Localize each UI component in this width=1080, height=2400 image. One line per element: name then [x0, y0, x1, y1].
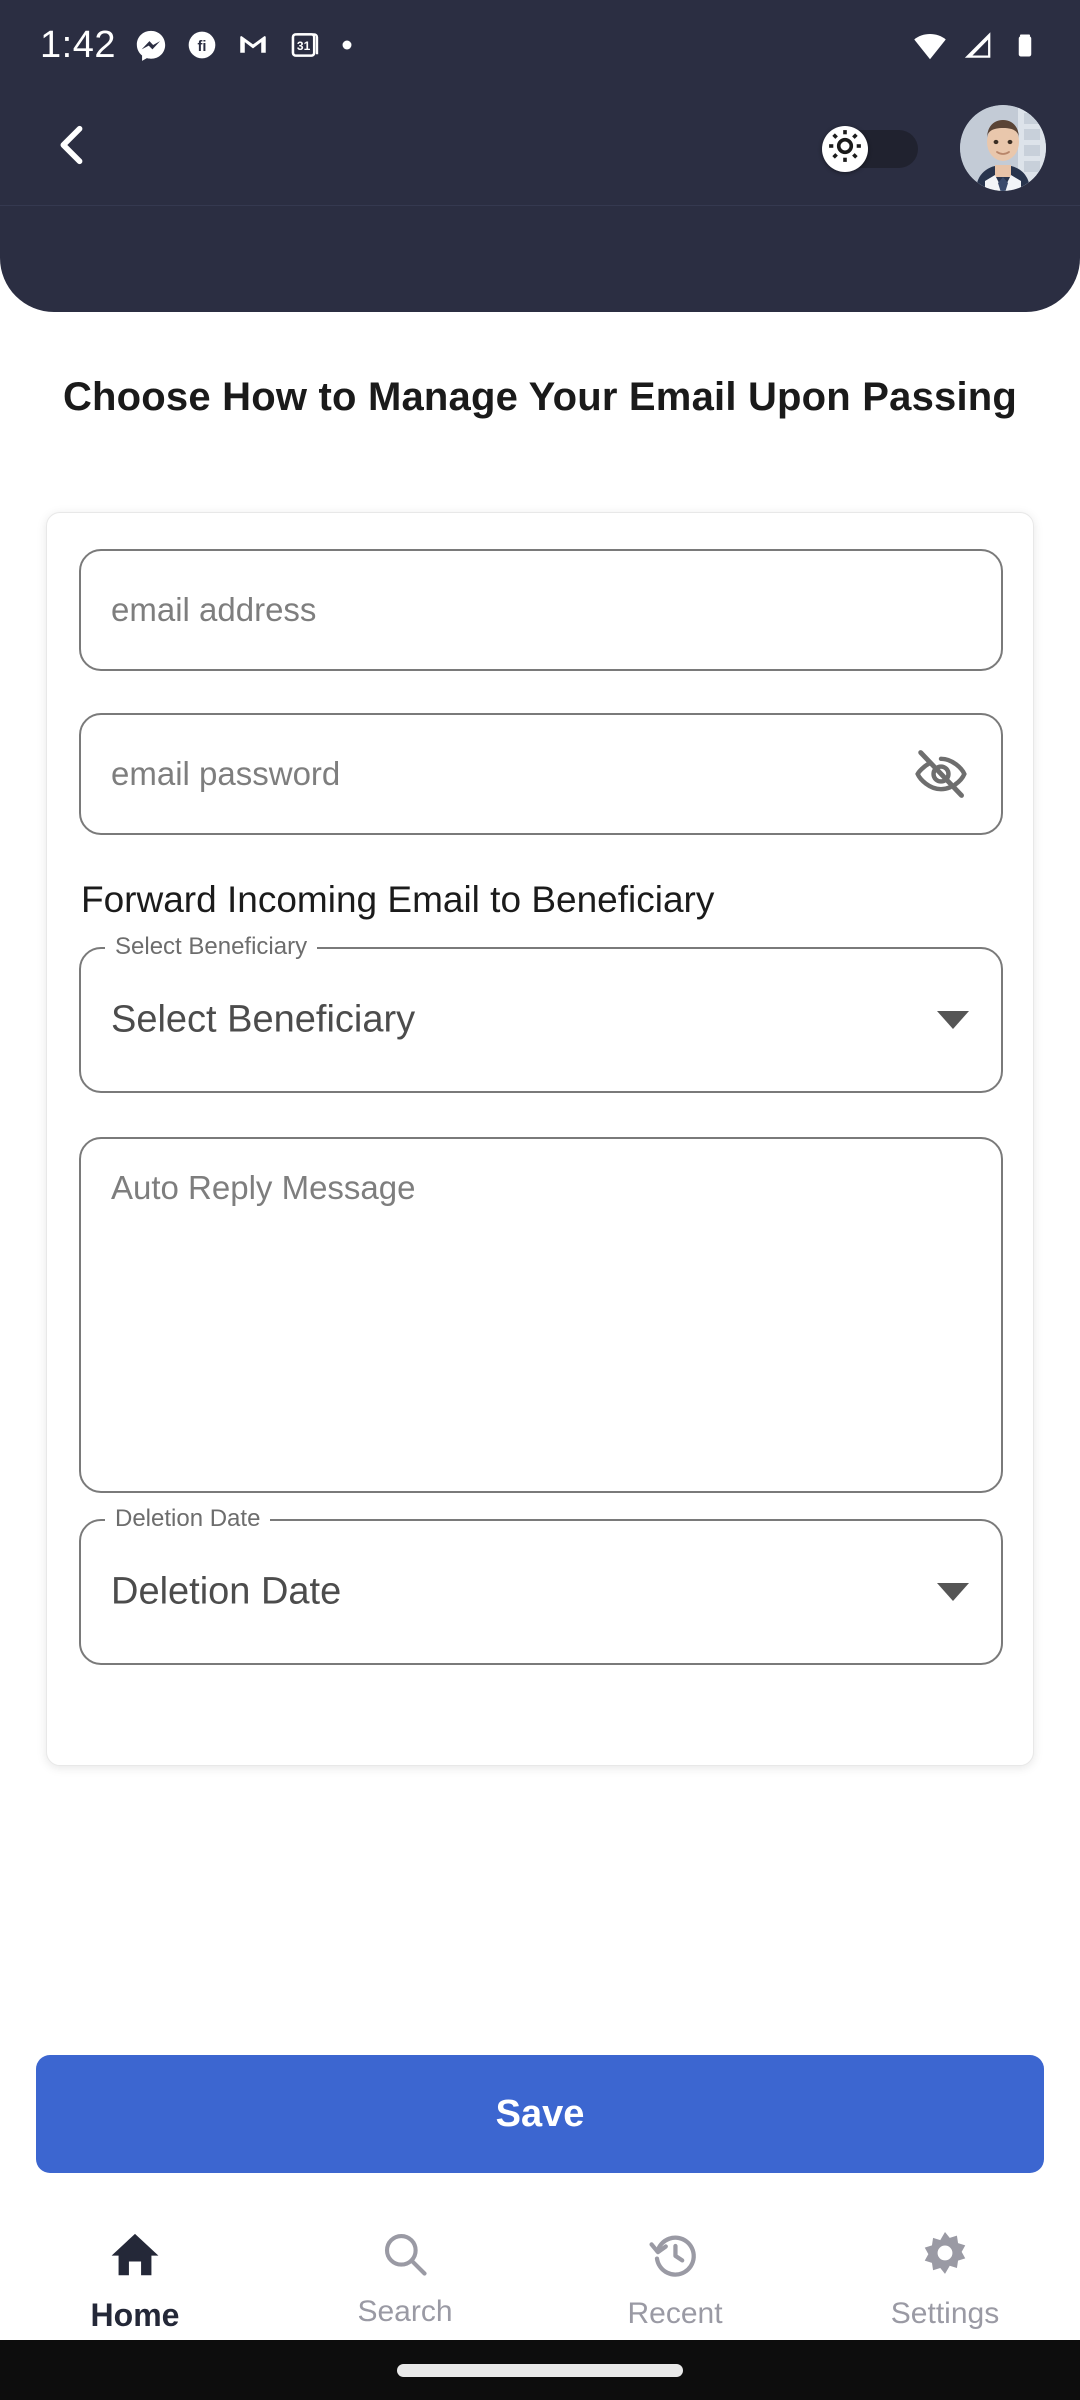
nav-item-search[interactable]: Search — [270, 2228, 540, 2329]
deletion-date-select-label: Deletion Date — [105, 1506, 271, 1532]
calendar-31-icon: 31 — [288, 28, 322, 62]
search-icon — [379, 2228, 431, 2285]
save-button[interactable]: Save — [36, 2055, 1044, 2173]
gesture-bar — [0, 2340, 1080, 2400]
nav-label-recent: Recent — [627, 2297, 723, 2330]
mobile-screen: 1:42 fi 31 Choose How to Manage Your Ema… — [0, 0, 1080, 2400]
gear-icon — [918, 2228, 972, 2287]
gesture-pill[interactable] — [397, 2363, 683, 2377]
home-icon — [108, 2228, 162, 2287]
nav-label-home: Home — [90, 2297, 180, 2333]
eye-off-icon[interactable] — [911, 744, 971, 804]
svg-text:31: 31 — [297, 39, 311, 53]
email-placeholder: email address — [111, 591, 317, 628]
nav-item-recent[interactable]: Recent — [540, 2228, 810, 2331]
email-field[interactable]: email address — [79, 549, 1003, 671]
app-bar — [0, 90, 1080, 206]
theme-toggle-knob — [822, 125, 868, 172]
nav-item-settings[interactable]: Settings — [810, 2228, 1080, 2331]
bottom-navigation: Home Search Recent Settings — [0, 2218, 1080, 2340]
form-card: email address email password Forward Inc… — [46, 512, 1034, 1766]
wifi-icon — [912, 27, 948, 63]
status-bar-left: 1:42 fi 31 — [40, 24, 354, 67]
chevron-down-icon — [937, 1011, 969, 1029]
auto-reply-textarea[interactable]: Auto Reply Message — [79, 1137, 1003, 1493]
beneficiary-select-value: Select Beneficiary — [111, 998, 416, 1041]
nav-item-home[interactable]: Home — [0, 2228, 270, 2334]
theme-toggle[interactable] — [822, 125, 918, 172]
app-circle-icon: fi — [186, 29, 218, 61]
section-heading: Forward Incoming Email to Beneficiary — [81, 879, 715, 920]
auto-reply-placeholder: Auto Reply Message — [111, 1169, 416, 1206]
history-icon — [648, 2228, 702, 2287]
back-button[interactable] — [34, 110, 110, 186]
messenger-icon — [134, 28, 168, 62]
page-title: Choose How to Manage Your Email Upon Pas… — [62, 375, 1018, 419]
chevron-left-icon — [46, 119, 98, 176]
battery-icon — [1010, 30, 1040, 60]
app-bar-curve — [0, 206, 1080, 312]
gmail-icon — [236, 28, 270, 62]
beneficiary-select-label: Select Beneficiary — [105, 934, 318, 960]
brightness-sun-icon — [827, 128, 863, 169]
nav-label-settings: Settings — [890, 2297, 1000, 2330]
cellular-signal-icon — [962, 28, 996, 62]
deletion-date-select-value: Deletion Date — [111, 1570, 342, 1613]
dot-icon — [340, 38, 354, 52]
status-time: 1:42 — [40, 23, 116, 66]
app-bar-actions — [822, 104, 1046, 191]
status-bar: 1:42 fi 31 — [0, 0, 1080, 90]
avatar[interactable] — [960, 104, 1046, 191]
beneficiary-select[interactable]: Select Beneficiary Select Beneficiary — [79, 934, 1003, 1093]
nav-label-search: Search — [357, 2295, 453, 2328]
chevron-down-icon — [937, 1583, 969, 1601]
password-placeholder: email password — [111, 755, 341, 792]
password-field[interactable]: email password — [79, 713, 1003, 835]
deletion-date-select[interactable]: Deletion Date Deletion Date — [79, 1506, 1003, 1665]
status-bar-right — [912, 27, 1040, 63]
svg-text:fi: fi — [197, 39, 206, 55]
